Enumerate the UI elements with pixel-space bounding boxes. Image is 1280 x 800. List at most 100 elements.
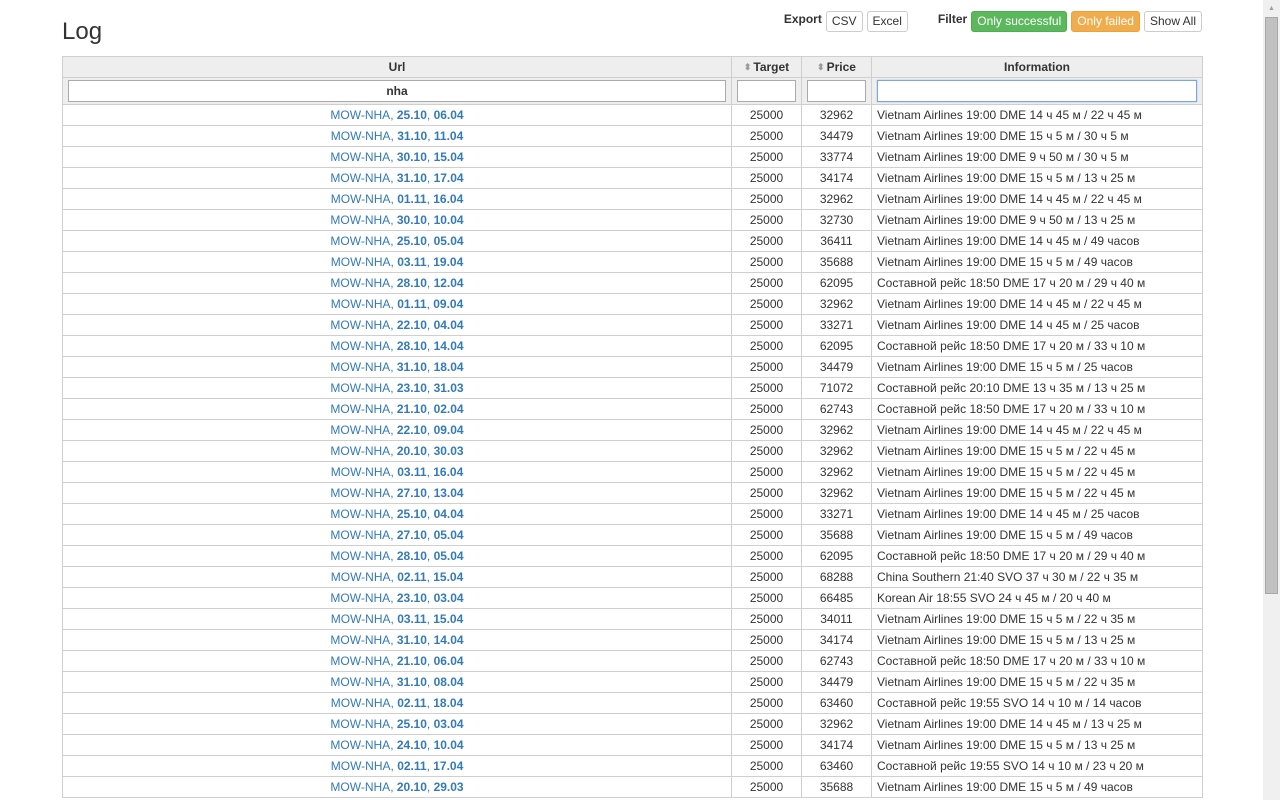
table-row: MOW-NHA, 27.10, 13.04 25000 32962 Vietnam A… [62, 482, 1203, 504]
depart-date: 25.10 [396, 507, 427, 521]
url-link[interactable]: MOW-NHA, 31.10, 18.04 [330, 360, 463, 374]
information-cell: Vietnam Airlines 19:00 DME 15 ч 5 м / 22… [871, 608, 1203, 630]
url-link[interactable]: MOW-NHA, 20.10, 29.03 [330, 780, 463, 794]
url-link[interactable]: MOW-NHA, 28.10, 12.04 [330, 276, 463, 290]
depart-date: 01.11 [397, 192, 427, 206]
target-cell: 25000 [731, 146, 802, 168]
table-row: MOW-NHA, 21.10, 06.04 25000 62743 Составной… [62, 650, 1203, 672]
url-link[interactable]: MOW-NHA, 31.10, 17.04 [330, 171, 463, 185]
url-link[interactable]: MOW-NHA, 23.10, 03.04 [330, 591, 463, 605]
information-filter-input[interactable] [877, 80, 1197, 102]
url-link[interactable]: MOW-NHA, 22.10, 04.04 [330, 318, 463, 332]
url-link[interactable]: MOW-NHA, 31.10, 11.04 [331, 129, 464, 143]
url-cell: MOW-NHA, 03.11, 16.04 [62, 461, 732, 483]
return-date: 17.04 [433, 759, 464, 773]
depart-date: 01.11 [397, 297, 427, 311]
price-filter-input[interactable] [807, 80, 866, 102]
url-link[interactable]: MOW-NHA, 02.11, 15.04 [331, 570, 464, 584]
information-cell: Составной рейс 18:50 DME 17 ч 20 м / 29 … [871, 545, 1203, 567]
table-row: MOW-NHA, 20.10, 30.03 25000 32962 Vietnam A… [62, 440, 1203, 462]
depart-date: 21.10 [396, 654, 427, 668]
export-csv-button[interactable]: CSV [825, 10, 863, 32]
depart-date: 31.10 [397, 129, 428, 143]
url-link[interactable]: MOW-NHA, 20.10, 30.03 [330, 444, 463, 458]
column-header-price[interactable]: ⬍ Price [801, 56, 872, 78]
url-link[interactable]: MOW-NHA, 01.11, 16.04 [331, 192, 464, 206]
scroll-up-arrow-icon[interactable]: ▲ [1263, 0, 1280, 17]
url-link[interactable]: MOW-NHA, 27.10, 05.04 [330, 528, 463, 542]
price-cell: 32730 [801, 209, 872, 231]
depart-date: 31.10 [396, 171, 427, 185]
url-link[interactable]: MOW-NHA, 31.10, 08.04 [330, 675, 463, 689]
url-link[interactable]: MOW-NHA, 25.10, 03.04 [330, 717, 463, 731]
column-header-target[interactable]: ⬍ Target [731, 56, 802, 78]
url-link[interactable]: MOW-NHA, 28.10, 05.04 [330, 549, 463, 563]
url-link[interactable]: MOW-NHA, 24.10, 10.04 [330, 738, 463, 752]
target-cell: 25000 [731, 377, 802, 399]
return-date: 08.04 [433, 675, 464, 689]
information-cell: Vietnam Airlines 19:00 DME 9 ч 50 м / 13… [871, 209, 1203, 231]
only-successful-button[interactable]: Only successful [971, 10, 1068, 32]
url-link[interactable]: MOW-NHA, 30.10, 15.04 [330, 150, 463, 164]
url-link[interactable]: MOW-NHA, 31.10, 14.04 [330, 633, 463, 647]
page-scrollbar[interactable]: ▲ [1263, 0, 1280, 800]
url-link[interactable]: MOW-NHA, 02.11, 17.04 [331, 759, 464, 773]
url-link[interactable]: MOW-NHA, 23.10, 31.03 [330, 381, 463, 395]
export-excel-button[interactable]: Excel [866, 10, 908, 32]
route-text: MOW-NHA [330, 465, 391, 479]
url-link[interactable]: MOW-NHA, 30.10, 10.04 [330, 213, 463, 227]
information-cell: Составной рейс 19:55 SVO 14 ч 10 м / 14 … [871, 692, 1203, 714]
url-link[interactable]: MOW-NHA, 27.10, 13.04 [330, 486, 463, 500]
information-cell: Vietnam Airlines 19:00 DME 14 ч 45 м / 2… [871, 419, 1203, 441]
target-cell: 25000 [731, 650, 802, 672]
url-cell: MOW-NHA, 31.10, 11.04 [62, 125, 732, 147]
table-row: MOW-NHA, 31.10, 14.04 25000 34174 Vietnam A… [62, 629, 1203, 651]
price-cell: 32962 [801, 482, 872, 504]
price-cell: 32962 [801, 461, 872, 483]
return-date: 15.04 [433, 150, 464, 164]
column-header-information[interactable]: Information [871, 56, 1203, 78]
url-link[interactable]: MOW-NHA, 28.10, 14.04 [330, 339, 463, 353]
url-link[interactable]: MOW-NHA, 25.10, 04.04 [330, 507, 463, 521]
url-link[interactable]: MOW-NHA, 22.10, 09.04 [330, 423, 463, 437]
route-text: MOW-NHA [330, 486, 391, 500]
price-cell: 34479 [801, 125, 872, 147]
column-header-url[interactable]: Url [62, 56, 732, 78]
url-link[interactable]: MOW-NHA, 03.11, 19.04 [331, 255, 464, 269]
url-link[interactable]: MOW-NHA, 02.11, 18.04 [331, 696, 464, 710]
url-link[interactable]: MOW-NHA, 21.10, 02.04 [330, 402, 463, 416]
depart-date: 02.11 [397, 759, 427, 773]
depart-date: 23.10 [396, 591, 427, 605]
url-cell: MOW-NHA, 01.11, 16.04 [62, 188, 732, 210]
information-cell: China Southern 21:40 SVO 37 ч 30 м / 22 … [871, 566, 1203, 588]
price-cell: 62095 [801, 545, 872, 567]
only-failed-button[interactable]: Only failed [1071, 10, 1140, 32]
route-text: MOW-NHA [330, 528, 391, 542]
url-cell: MOW-NHA, 31.10, 18.04 [62, 356, 732, 378]
url-link[interactable]: MOW-NHA, 03.11, 16.04 [331, 465, 464, 479]
filter-cell-url [62, 77, 732, 105]
table-row: MOW-NHA, 25.10, 03.04 25000 32962 Vietnam A… [62, 713, 1203, 735]
price-cell: 62095 [801, 272, 872, 294]
url-filter-input[interactable] [68, 80, 726, 102]
table-row: MOW-NHA, 03.11, 15.04 25000 34011 Vietnam A… [62, 608, 1203, 630]
show-all-button[interactable]: Show All [1143, 10, 1202, 32]
url-link[interactable]: MOW-NHA, 03.11, 15.04 [331, 612, 464, 626]
url-link[interactable]: MOW-NHA, 25.10, 06.04 [330, 108, 463, 122]
target-cell: 25000 [731, 419, 802, 441]
url-cell: MOW-NHA, 20.10, 29.03 [62, 776, 732, 798]
information-cell: Vietnam Airlines 19:00 DME 15 ч 5 м / 49… [871, 251, 1203, 273]
url-link[interactable]: MOW-NHA, 25.10, 05.04 [330, 234, 463, 248]
url-cell: MOW-NHA, 28.10, 12.04 [62, 272, 732, 294]
depart-date: 27.10 [396, 486, 427, 500]
price-cell: 35688 [801, 524, 872, 546]
return-date: 16.04 [433, 465, 464, 479]
url-link[interactable]: MOW-NHA, 21.10, 06.04 [330, 654, 463, 668]
target-filter-input[interactable] [737, 80, 796, 102]
depart-date: 02.11 [397, 570, 427, 584]
route-text: MOW-NHA [330, 570, 391, 584]
scrollbar-thumb[interactable] [1265, 17, 1278, 594]
depart-date: 25.10 [396, 234, 427, 248]
depart-date: 03.11 [397, 612, 427, 626]
url-link[interactable]: MOW-NHA, 01.11, 09.04 [331, 297, 464, 311]
